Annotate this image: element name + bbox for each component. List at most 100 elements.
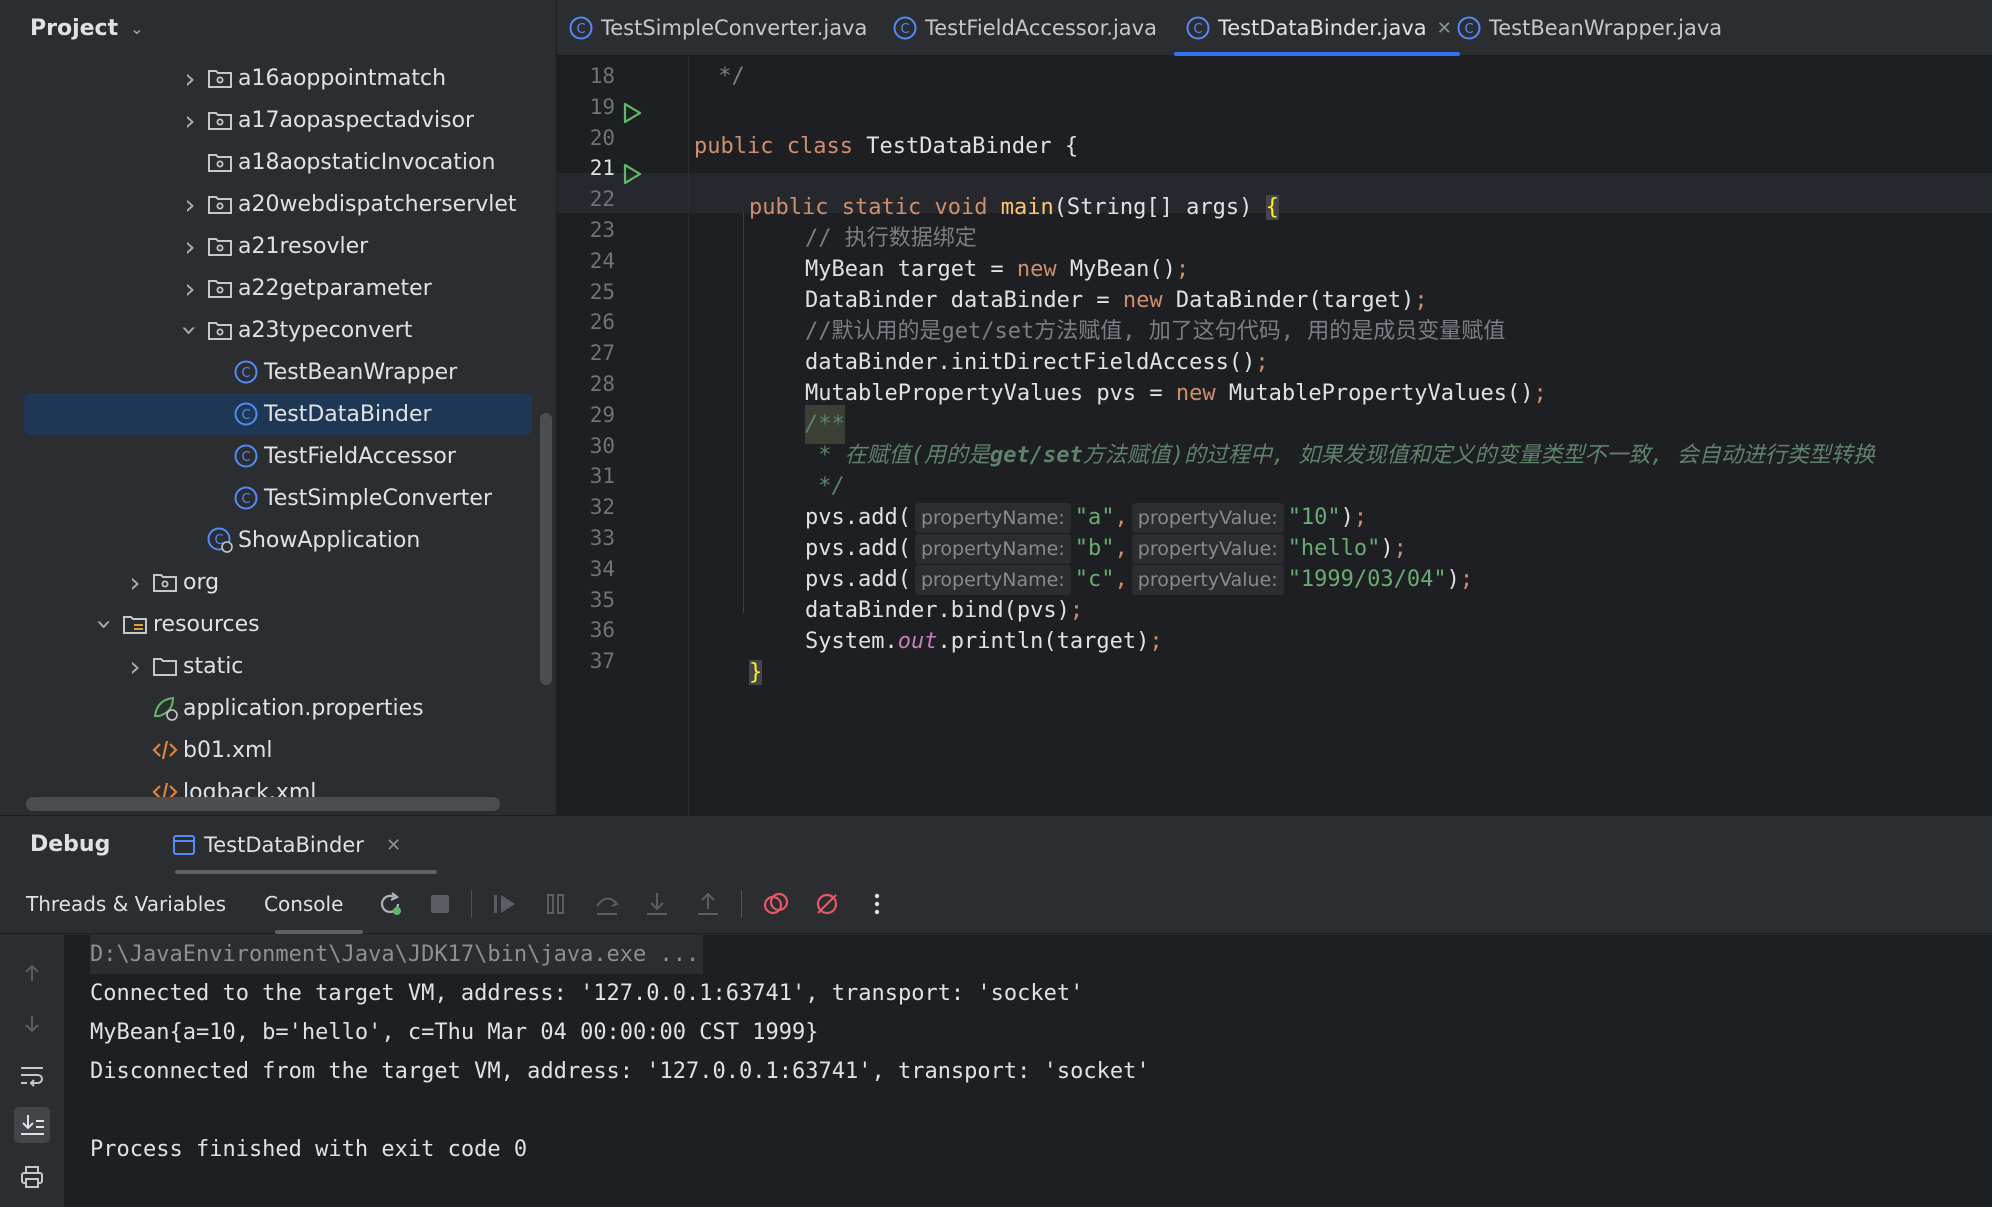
tree-item-label: a17aopaspectadvisor <box>238 107 475 133</box>
chevron-right-icon[interactable]: › <box>178 230 202 263</box>
tree-item-a21resovler[interactable]: › a21resovler <box>0 225 556 267</box>
tab-label: TestBeanWrapper.java <box>1489 16 1723 40</box>
toolbar-separator <box>471 890 472 918</box>
tree-item-label: a22getparameter <box>238 275 432 301</box>
tree-vertical-scrollbar[interactable] <box>540 413 552 685</box>
spring-class-icon: C <box>206 526 234 554</box>
pause-icon[interactable] <box>540 888 572 920</box>
tab-testbeanwrapper[interactable]: C TestBeanWrapper.java <box>1455 0 1722 56</box>
tree-item-label: b01.xml <box>183 737 273 763</box>
tree-item-label: ShowApplication <box>238 527 421 553</box>
svg-text:C: C <box>576 22 585 37</box>
tree-item-label: static <box>183 653 244 679</box>
close-icon[interactable]: ✕ <box>1437 18 1452 39</box>
tree-item-testdatabinder[interactable]: C TestDataBinder <box>0 393 556 435</box>
svg-text:C: C <box>241 450 250 465</box>
tree-item-a16aoppointmatch[interactable]: › a16aoppointmatch <box>0 57 556 99</box>
chevron-right-icon[interactable]: › <box>123 566 147 599</box>
tab-testdatabinder[interactable]: C TestDataBinder.java ✕ <box>1174 0 1460 56</box>
print-icon[interactable] <box>14 1159 50 1195</box>
tree-item-a22getparameter[interactable]: › a22getparameter <box>0 267 556 309</box>
tree-item-label: TestDataBinder <box>264 401 432 427</box>
tree-item-label: a23typeconvert <box>238 317 413 343</box>
tree-item-label: a16aoppointmatch <box>238 65 447 91</box>
tree-item-org[interactable]: › org <box>0 561 556 603</box>
tree-item-testfieldaccessor[interactable]: C TestFieldAccessor <box>0 435 556 477</box>
package-icon <box>206 316 234 344</box>
console-line: Connected to the target VM, address: '12… <box>90 981 1084 1006</box>
tree-item-label: a21resovler <box>238 233 369 259</box>
console-line-command[interactable]: D:\JavaEnvironment\Java\JDK17\bin\java.e… <box>90 935 704 974</box>
resume-icon[interactable] <box>489 888 521 920</box>
toolbar-separator <box>741 890 742 918</box>
tree-item-a18aopstaticinvocation[interactable]: a18aopstaticInvocation <box>0 141 556 183</box>
package-icon <box>206 148 234 176</box>
view-breakpoints-icon[interactable] <box>760 888 792 920</box>
debug-header: Debug TestDataBinder ✕ <box>0 816 1992 874</box>
tab-testsimpleconverter[interactable]: C TestSimpleConverter.java <box>567 0 867 56</box>
tree-item-label: a18aopstaticInvocation <box>238 149 496 175</box>
svg-text:C: C <box>241 492 250 507</box>
chevron-down-icon[interactable]: › <box>174 318 207 342</box>
console-output[interactable]: D:\JavaEnvironment\Java\JDK17\bin\java.e… <box>64 935 1992 1207</box>
tree-item-application-properties[interactable]: application.properties <box>0 687 556 729</box>
tree-item-resources[interactable]: › resources <box>0 603 556 645</box>
project-tool-window: Project ⌄ › a16aoppointmatch › a17aopaspect… <box>0 0 556 815</box>
tab-threads-variables[interactable]: Threads & Variables <box>26 874 226 934</box>
stop-icon[interactable] <box>424 888 456 920</box>
class-icon: C <box>1455 14 1483 42</box>
scroll-to-end-icon[interactable] <box>14 1107 50 1143</box>
step-over-icon[interactable] <box>591 888 623 920</box>
tree-item-testsimpleconverter[interactable]: C TestSimpleConverter <box>0 477 556 519</box>
debug-title: Debug <box>30 832 111 857</box>
code-line-19: public class TestDataBinder { <box>694 134 1079 159</box>
svg-text:C: C <box>241 366 250 381</box>
chevron-right-icon[interactable]: › <box>178 188 202 221</box>
tree-item-testbeanwrapper[interactable]: C TestBeanWrapper <box>0 351 556 393</box>
tree-horizontal-scrollbar[interactable] <box>26 797 500 811</box>
chevron-right-icon[interactable]: › <box>178 104 202 137</box>
step-into-icon[interactable] <box>641 888 673 920</box>
tab-testfieldaccessor[interactable]: C TestFieldAccessor.java <box>891 0 1157 56</box>
class-icon: C <box>567 14 595 42</box>
tab-label: TestDataBinder.java <box>1218 16 1427 40</box>
chevron-down-icon[interactable]: ⌄ <box>130 19 143 38</box>
close-icon[interactable]: ✕ <box>386 835 401 856</box>
tree-item-a17aopaspectadvisor[interactable]: › a17aopaspectadvisor <box>0 99 556 141</box>
arrow-up-icon[interactable] <box>14 955 50 991</box>
project-header[interactable]: Project ⌄ <box>0 0 556 56</box>
debug-session-tab[interactable]: TestDataBinder ✕ <box>170 816 401 874</box>
console-line: MyBean{a=10, b='hello', c=Thu Mar 04 00:… <box>90 1020 819 1045</box>
more-options-icon[interactable] <box>861 888 893 920</box>
tab-label: TestFieldAccessor.java <box>925 16 1157 40</box>
chevron-down-icon[interactable]: › <box>89 612 122 636</box>
soft-wrap-icon[interactable] <box>14 1057 50 1093</box>
rerun-icon[interactable] <box>374 888 406 920</box>
tab-label: TestSimpleConverter.java <box>601 16 868 40</box>
code-editor[interactable]: 18 19 20 21 22 23 24 25 26 27 28 29 30 31 32 33 34 35 36 37… <box>557 57 1992 815</box>
step-out-icon[interactable] <box>692 888 724 920</box>
console-line: Process finished with exit code 0 <box>90 1137 528 1162</box>
tree-item-a20webdispatcherservlet[interactable]: › a20webdispatcherservlet <box>0 183 556 225</box>
arrow-down-icon[interactable] <box>14 1006 50 1042</box>
package-icon <box>206 64 234 92</box>
package-icon <box>206 106 234 134</box>
debug-tool-window: Debug TestDataBinder ✕ Threads & Variabl… <box>0 815 1992 1207</box>
mute-breakpoints-icon[interactable] <box>811 888 843 920</box>
tree-item-a23typeconvert[interactable]: › a23typeconvert <box>0 309 556 351</box>
chevron-right-icon[interactable]: › <box>178 62 202 95</box>
package-icon <box>206 274 234 302</box>
console-line: Disconnected from the target VM, address… <box>90 1059 1150 1084</box>
chevron-right-icon[interactable]: › <box>178 272 202 305</box>
tree-item-label: TestFieldAccessor <box>264 443 456 469</box>
chevron-right-icon[interactable]: › <box>123 650 147 683</box>
tab-console[interactable]: Console <box>264 874 343 934</box>
tree-item-label: resources <box>153 611 260 637</box>
tree-item-b01-xml[interactable]: b01.xml <box>0 729 556 771</box>
class-icon: C <box>1184 14 1212 42</box>
tree-item-static[interactable]: › static <box>0 645 556 687</box>
code-line-36: } <box>749 660 763 685</box>
tree-item-showapplication[interactable]: C ShowApplication <box>0 519 556 561</box>
svg-text:C: C <box>241 408 250 423</box>
folder-icon <box>151 652 179 680</box>
